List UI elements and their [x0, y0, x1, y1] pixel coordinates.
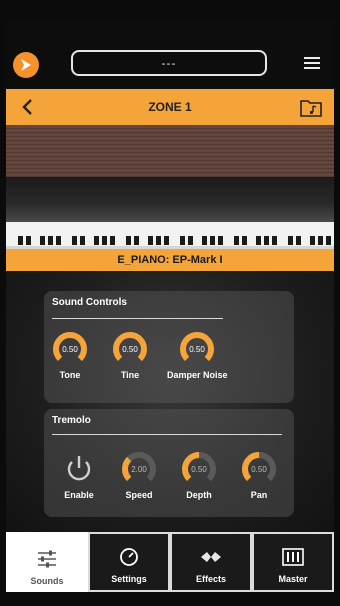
instrument-image [6, 125, 334, 251]
app-logo-icon[interactable] [13, 52, 39, 78]
tine-value: 0.50 [122, 345, 138, 354]
damper-noise-label: Damper Noise [167, 370, 228, 380]
controls-area: Sound Controls 0.50 Tone 0.50 Tine 0.50 … [6, 271, 334, 532]
depth-label: Depth [186, 490, 212, 500]
tab-settings[interactable]: Settings [88, 532, 170, 592]
mixer-icon [282, 548, 304, 566]
bottom-tab-bar: Sounds Settings Effects Master [6, 532, 334, 592]
tab-sounds[interactable]: Sounds [6, 532, 88, 592]
sliders-icon [38, 550, 56, 568]
tab-effects-label: Effects [195, 574, 226, 584]
tremolo-panel: Tremolo Enable 2.00 Speed 0.50 Depth 0.5… [44, 409, 294, 517]
pan-knob[interactable]: 0.50 Pan [236, 449, 282, 500]
tab-master-label: Master [278, 574, 308, 584]
gauge-icon [120, 548, 138, 566]
tab-effects[interactable]: Effects [170, 532, 252, 592]
tine-knob[interactable]: 0.50 Tine [107, 329, 153, 380]
sound-controls-title: Sound Controls [52, 297, 127, 308]
tone-label: Tone [59, 370, 81, 380]
effects-icon [201, 552, 221, 562]
pan-label: Pan [250, 490, 268, 500]
pan-value: 0.50 [251, 465, 267, 474]
tremolo-title: Tremolo [52, 415, 91, 426]
app-screen: --- ZONE 1 E_PIANO: EP-Mark I Sound Cont… [6, 20, 334, 592]
top-bar: --- [6, 20, 334, 88]
sound-controls-panel: Sound Controls 0.50 Tone 0.50 Tine 0.50 … [44, 291, 294, 403]
piano-keyboard [6, 222, 334, 251]
preset-name-bar[interactable]: E_PIANO: EP-Mark I [6, 249, 334, 271]
speed-label: Speed [125, 490, 153, 500]
tone-knob[interactable]: 0.50 Tone [47, 329, 93, 380]
tab-settings-label: Settings [111, 574, 147, 584]
tremolo-enable-toggle[interactable]: Enable [56, 449, 102, 500]
depth-knob[interactable]: 0.50 Depth [176, 449, 222, 500]
panel-divider [52, 434, 282, 435]
tab-master[interactable]: Master [252, 532, 334, 592]
depth-value: 0.50 [191, 465, 207, 474]
tab-sounds-label: Sounds [30, 576, 64, 586]
piano-body [6, 177, 334, 222]
panel-divider [52, 318, 223, 319]
speed-knob[interactable]: 2.00 Speed [116, 449, 162, 500]
zone-bar: ZONE 1 [6, 89, 334, 125]
speed-value: 2.00 [131, 465, 147, 474]
song-title-field[interactable]: --- [71, 50, 267, 76]
damper-noise-value: 0.50 [189, 345, 205, 354]
tone-value: 0.50 [62, 345, 78, 354]
damper-noise-knob[interactable]: 0.50 Damper Noise [167, 329, 228, 380]
zone-title: ZONE 1 [148, 100, 192, 114]
enable-label: Enable [64, 490, 94, 500]
back-chevron-icon[interactable] [18, 97, 38, 117]
hamburger-menu-icon[interactable] [304, 55, 320, 71]
music-folder-icon[interactable] [299, 96, 323, 118]
tine-label: Tine [120, 370, 140, 380]
